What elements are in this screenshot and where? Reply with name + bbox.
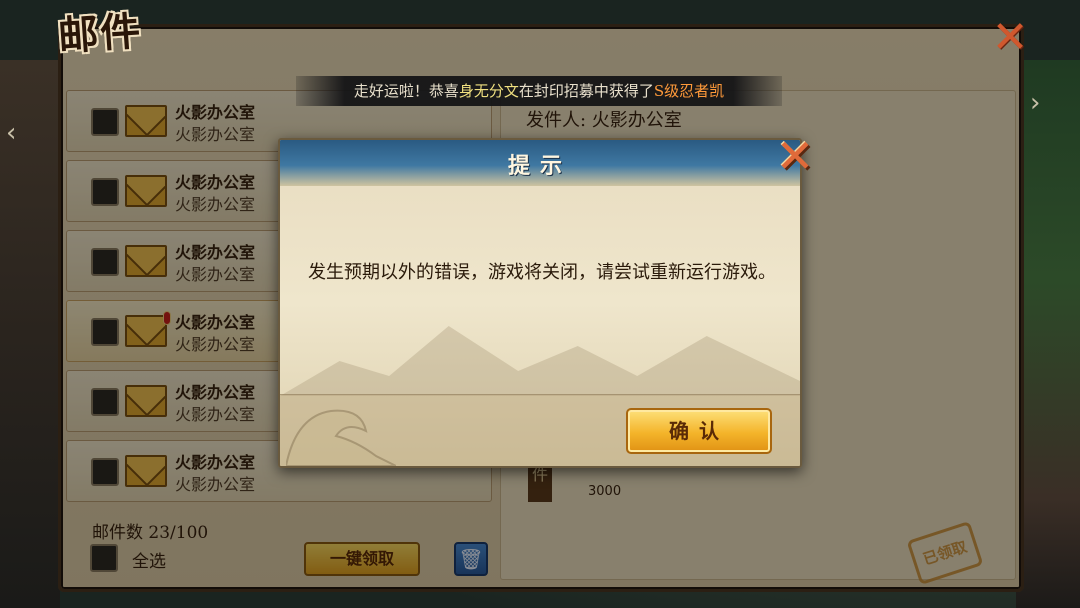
wave-decoration-icon — [286, 409, 396, 466]
banner-reward: S级忍者凯 — [653, 82, 725, 100]
banner-prefix: 走好运啦！恭喜 — [353, 82, 459, 100]
mountain-decoration-icon — [280, 326, 800, 396]
right-arrow-icon: › — [1030, 88, 1041, 118]
background-right-strip — [1016, 60, 1080, 608]
banner-player: 身无分文 — [458, 82, 519, 100]
window-title: 邮件 — [56, 7, 144, 61]
dialog-title: 提示 — [507, 153, 572, 179]
close-x-icon[interactable]: ✕ — [770, 132, 820, 180]
confirm-button[interactable]: 确认 — [626, 408, 772, 454]
left-arrow-icon: ‹ — [6, 118, 17, 148]
dialog-message: 发生预期以外的错误，游戏将关闭，请尝试重新运行游戏。 — [308, 262, 776, 283]
banner-middle: 在封印招募中获得了 — [518, 82, 654, 100]
close-x-icon[interactable]: ✕ — [986, 14, 1034, 62]
announcement-banner: 走好运啦！恭喜身无分文在封印招募中获得了S级忍者凯 — [296, 76, 782, 106]
